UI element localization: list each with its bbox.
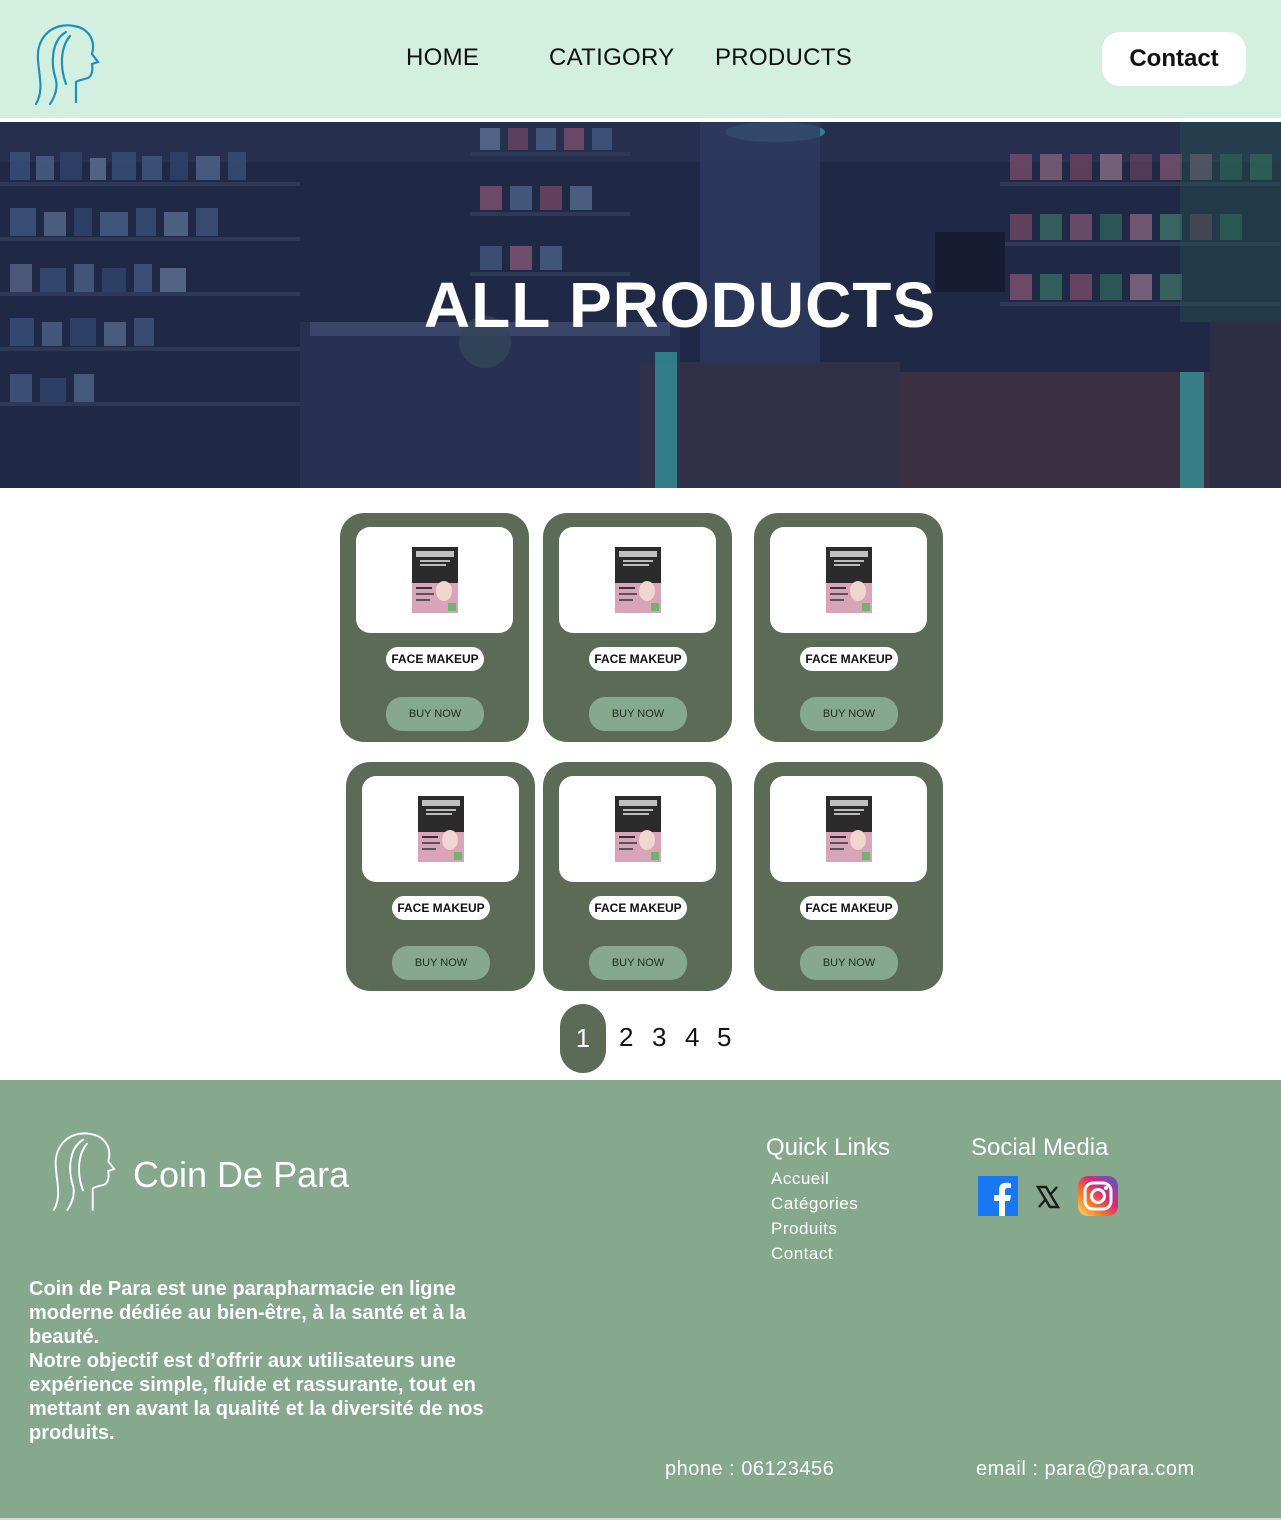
page-5-button[interactable]: 5: [717, 1022, 731, 1053]
buy-now-button[interactable]: BUY NOW: [392, 946, 490, 980]
buy-now-button[interactable]: BUY NOW: [800, 946, 898, 980]
product-name: FACE MAKEUP: [392, 896, 490, 920]
product-name: FACE MAKEUP: [800, 896, 898, 920]
buy-now-button[interactable]: BUY NOW: [800, 697, 898, 731]
nav-products[interactable]: PRODUCTS: [715, 44, 852, 72]
product-name: FACE MAKEUP: [800, 647, 898, 671]
product-image[interactable]: [770, 776, 927, 882]
footer-description: Coin de Para est une parapharmacie en li…: [29, 1278, 484, 1444]
product-card[interactable]: FACE MAKEUP BUY NOW: [543, 762, 732, 991]
buy-now-button[interactable]: BUY NOW: [386, 697, 484, 731]
face-mask-package-image: [614, 796, 661, 862]
hero-banner: ALL PRODUCTS: [0, 122, 1281, 488]
face-mask-package-image: [614, 547, 661, 613]
buy-now-button[interactable]: BUY NOW: [589, 946, 687, 980]
social-media-title: Social Media: [971, 1134, 1109, 1161]
face-mask-package-image: [825, 796, 872, 862]
product-card[interactable]: FACE MAKEUP BUY NOW: [346, 762, 535, 991]
instagram-icon[interactable]: [1078, 1176, 1118, 1216]
footer-email: email : para@para.com: [976, 1458, 1195, 1480]
product-image[interactable]: [356, 527, 513, 633]
facebook-icon[interactable]: [978, 1176, 1018, 1216]
page-2-button[interactable]: 2: [619, 1022, 633, 1053]
face-mask-package-image: [417, 796, 464, 862]
page-3-button[interactable]: 3: [652, 1022, 666, 1053]
footer-link-contact[interactable]: Contact: [771, 1244, 833, 1264]
face-mask-package-image: [825, 547, 872, 613]
footer-phone: phone : 06123456: [665, 1458, 835, 1480]
product-name: FACE MAKEUP: [589, 896, 687, 920]
footer-link-categories[interactable]: Catégories: [771, 1194, 858, 1214]
page-4-button[interactable]: 4: [685, 1022, 699, 1053]
site-header: HOME CATIGORY PRODUCTS Contact: [0, 0, 1281, 120]
page-title: ALL PRODUCTS: [423, 269, 937, 341]
nav-home[interactable]: HOME: [406, 44, 479, 72]
product-card[interactable]: FACE MAKEUP BUY NOW: [754, 762, 943, 991]
face-logo-icon: [52, 1132, 116, 1211]
product-image[interactable]: [559, 776, 716, 882]
footer-link-produits[interactable]: Produits: [771, 1219, 837, 1239]
product-name: FACE MAKEUP: [386, 647, 484, 671]
buy-now-button[interactable]: BUY NOW: [589, 697, 687, 731]
footer-link-accueil[interactable]: Accueil: [771, 1169, 829, 1189]
footer-brand-name: Coin De Para: [133, 1154, 350, 1195]
face-logo-icon[interactable]: [30, 18, 102, 106]
page-1-button[interactable]: 1: [560, 1004, 606, 1073]
product-name: FACE MAKEUP: [589, 647, 687, 671]
product-card[interactable]: FACE MAKEUP BUY NOW: [340, 513, 529, 742]
product-image[interactable]: [770, 527, 927, 633]
product-image[interactable]: [362, 776, 519, 882]
product-image[interactable]: [559, 527, 716, 633]
face-mask-package-image: [411, 547, 458, 613]
site-footer: Coin De Para Coin de Para est une paraph…: [0, 1080, 1281, 1520]
nav-category[interactable]: CATIGORY: [549, 44, 675, 72]
product-card[interactable]: FACE MAKEUP BUY NOW: [754, 513, 943, 742]
x-icon[interactable]: [1030, 1179, 1066, 1215]
quick-links-title: Quick Links: [766, 1134, 891, 1161]
contact-button[interactable]: Contact: [1102, 32, 1246, 86]
product-card[interactable]: FACE MAKEUP BUY NOW: [543, 513, 732, 742]
